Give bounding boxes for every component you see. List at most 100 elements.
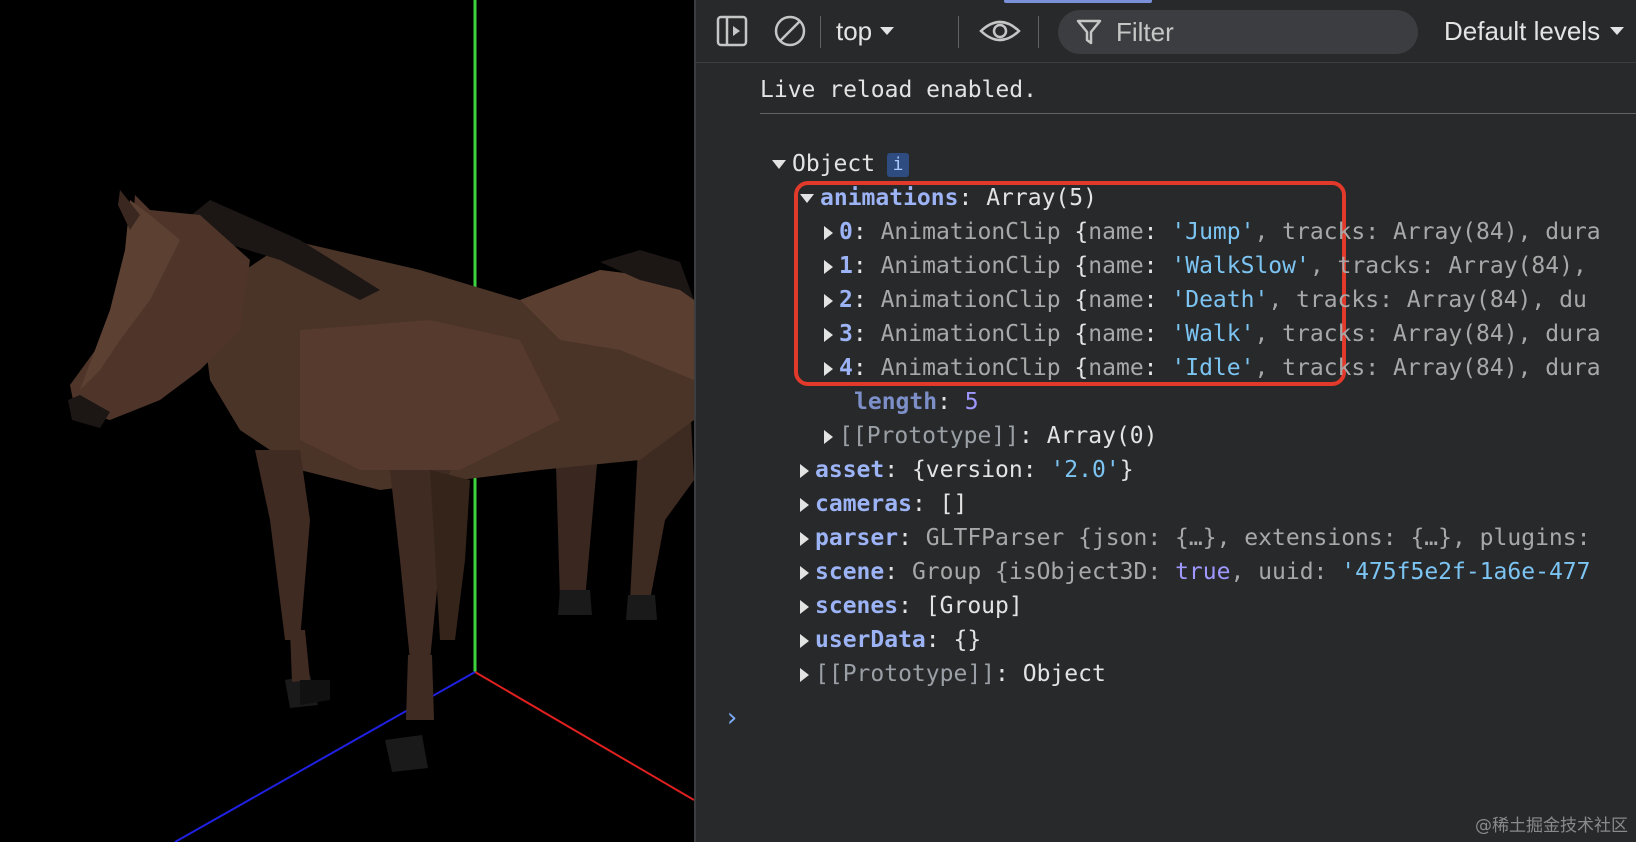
expand-triangle-icon[interactable] <box>824 361 833 376</box>
item-index: 4 <box>839 355 853 381</box>
prop-key: userData <box>815 627 926 653</box>
expand-triangle-icon[interactable] <box>800 667 809 682</box>
animation-item-row[interactable]: 1: AnimationClip {name: 'WalkSlow', trac… <box>824 249 1587 283</box>
object-root-row[interactable]: Object i <box>772 147 910 181</box>
console-output: Live reload enabled. Object i animations:… <box>696 63 1636 842</box>
log-levels-label: Default levels <box>1444 15 1601 46</box>
object-prototype-row[interactable]: [[Prototype]]: Object <box>800 657 1106 691</box>
block-icon <box>774 15 806 47</box>
x-axis-line <box>474 671 694 801</box>
expand-triangle-icon[interactable] <box>824 225 833 240</box>
item-name: 'Death' <box>1171 287 1269 313</box>
animation-item-row[interactable]: 3: AnimationClip {name: 'Walk', tracks: … <box>824 317 1601 351</box>
active-tab-indicator <box>1004 0 1152 3</box>
scene-row[interactable]: scene: Group {isObject3D: true, uuid: '4… <box>800 555 1590 589</box>
cameras-row[interactable]: cameras: [] <box>800 487 967 521</box>
prop-value: 5 <box>964 389 979 415</box>
expand-triangle-icon[interactable] <box>772 160 786 169</box>
item-index: 0 <box>839 219 853 245</box>
userdata-row[interactable]: userData: {} <box>800 623 981 657</box>
live-expression-button[interactable] <box>978 10 1022 52</box>
prop-value: [Group] <box>925 593 1023 619</box>
item-index: 2 <box>839 287 853 313</box>
item-name: 'Jump' <box>1171 219 1255 245</box>
prop-key: parser <box>815 525 899 551</box>
prop-value: GLTFParser {json: {…}, extensions: {…}, … <box>925 525 1591 551</box>
prop-key: cameras <box>815 491 912 517</box>
prop-key: scenes <box>815 593 899 619</box>
toolbar-separator <box>958 16 959 48</box>
item-tail: , tracks: Array(84), dura <box>1254 355 1601 381</box>
prop-value: Array(0) <box>1046 423 1158 449</box>
item-tail: , tracks: Array(84), dura <box>1254 219 1601 245</box>
animation-item-row[interactable]: 4: AnimationClip {name: 'Idle', tracks: … <box>824 351 1601 385</box>
horse-model <box>68 190 694 772</box>
animation-item-row[interactable]: 2: AnimationClip {name: 'Death', tracks:… <box>824 283 1587 317</box>
expand-triangle-icon[interactable] <box>800 497 809 512</box>
chevron-down-icon <box>880 27 895 35</box>
message-divider <box>760 113 1636 114</box>
prop-key: scene <box>815 559 885 585</box>
array-prototype-row[interactable]: [[Prototype]]: Array(0) <box>824 419 1158 453</box>
item-index: 3 <box>839 321 853 347</box>
scenes-row[interactable]: scenes: [Group] <box>800 589 1023 623</box>
item-index: 1 <box>839 253 853 279</box>
object-label: Object <box>792 151 876 177</box>
filter-icon <box>1076 17 1106 47</box>
prop-key: asset <box>815 457 885 483</box>
log-levels-dropdown[interactable]: Default levels <box>1444 10 1626 52</box>
prop-value: Array(5) <box>986 185 1097 211</box>
eye-icon <box>979 20 1021 42</box>
prop-key: animations <box>820 185 959 211</box>
clear-console-button[interactable] <box>770 10 810 52</box>
item-tail: , tracks: Array(84), <box>1309 253 1587 279</box>
devtools-panel: top Default levels Live reload enabled. <box>694 0 1636 842</box>
filter-input[interactable] <box>1114 15 1398 49</box>
item-type: AnimationClip <box>880 219 1061 245</box>
expand-triangle-icon[interactable] <box>800 633 809 648</box>
length-row: length: 5 <box>854 389 979 415</box>
expand-triangle-icon[interactable] <box>824 293 833 308</box>
bool-value: true <box>1175 559 1231 585</box>
sidebar-icon <box>716 15 748 47</box>
console-toolbar: top Default levels <box>696 0 1636 63</box>
animations-row[interactable]: animations: Array(5) <box>800 181 1097 215</box>
parser-row[interactable]: parser: GLTFParser {json: {…}, extension… <box>800 521 1590 555</box>
expand-triangle-icon[interactable] <box>800 599 809 614</box>
animation-item-row[interactable]: 0: AnimationClip {name: 'Jump', tracks: … <box>824 215 1601 249</box>
item-name: 'WalkSlow' <box>1171 253 1310 279</box>
item-type: AnimationClip <box>880 321 1061 347</box>
watermark: @稀土掘金技术社区 <box>1475 816 1628 836</box>
prop-value: {} <box>953 627 982 653</box>
expand-triangle-icon[interactable] <box>800 463 809 478</box>
show-sidebar-button[interactable] <box>714 10 750 52</box>
3d-viewport[interactable] <box>0 0 694 842</box>
prop-value-close: } <box>1119 457 1134 483</box>
expand-triangle-icon[interactable] <box>824 429 833 444</box>
context-label: top <box>836 15 873 46</box>
toolbar-separator <box>820 16 821 48</box>
item-name: 'Idle' <box>1171 355 1255 381</box>
console-prompt[interactable]: › <box>724 703 740 733</box>
filter-box[interactable] <box>1058 10 1418 54</box>
expand-triangle-icon[interactable] <box>824 327 833 342</box>
item-name: 'Walk' <box>1171 321 1255 347</box>
expand-triangle-icon[interactable] <box>800 194 814 203</box>
expand-triangle-icon[interactable] <box>824 259 833 274</box>
asset-version: '2.0' <box>1050 457 1120 483</box>
log-message: Live reload enabled. <box>760 77 1037 103</box>
item-type: AnimationClip <box>880 355 1061 381</box>
item-tail: , tracks: Array(84), du <box>1268 287 1587 313</box>
item-tail: , tracks: Array(84), dura <box>1254 321 1601 347</box>
prop-value: Object <box>1022 661 1106 687</box>
prop-key: length <box>854 389 938 415</box>
info-icon[interactable]: i <box>887 152 910 177</box>
context-selector[interactable]: top <box>836 10 896 52</box>
expand-triangle-icon[interactable] <box>800 565 809 580</box>
prop-key: [[Prototype]] <box>815 661 996 687</box>
expand-triangle-icon[interactable] <box>800 531 809 546</box>
scene-canvas <box>68 0 694 842</box>
asset-row[interactable]: asset: {version: '2.0'} <box>800 453 1134 487</box>
prop-key: [[Prototype]] <box>839 423 1020 449</box>
prop-value: Group {isObject3D: <box>911 559 1176 585</box>
